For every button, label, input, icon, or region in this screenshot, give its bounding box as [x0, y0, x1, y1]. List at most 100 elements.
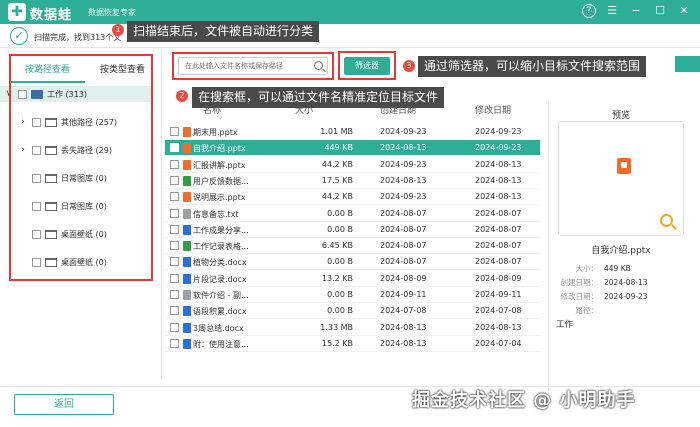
file-created: 2024-08-07 — [380, 257, 427, 267]
file-created: 2024-08-13 — [380, 143, 427, 153]
preview-title: 预览 — [612, 111, 631, 121]
file-modified: 2024-08-07 — [475, 241, 522, 251]
zoom-icon[interactable] — [660, 214, 673, 227]
file-name: 用户反馈数据... — [193, 176, 249, 186]
window-controls: ? ☰ − ☐ ✕ — [582, 3, 692, 19]
search-highlight-box — [172, 52, 334, 80]
table-row[interactable]: 期末用.pptx 1.01 MB 2024-09-23 2024-09-23 — [165, 124, 540, 140]
row-checkbox[interactable] — [170, 241, 179, 251]
table-row[interactable]: 语段积累.docx 0.00 B 2024-07-08 2024-07-08 — [165, 303, 540, 320]
file-modified: 2024-08-09 — [475, 273, 522, 283]
file-size: 44.2 KB — [321, 192, 353, 202]
row-checkbox[interactable] — [170, 257, 179, 267]
meta-key: 路径： — [575, 306, 599, 315]
maximize-icon[interactable]: ☐ — [652, 3, 668, 19]
file-created: 2024-08-07 — [380, 241, 427, 251]
table-row[interactable]: 附：使用注意... 15.2 KB 2024-08-13 2024-07-04 — [165, 336, 540, 352]
file-name: 片段记录.docx — [193, 274, 247, 284]
column-header-size[interactable]: 大小 — [295, 103, 313, 116]
table-row[interactable]: 片段记录.docx 13.2 KB 2024-08-09 2024-08-09 — [165, 271, 540, 287]
file-modified: 2024-08-13 — [475, 159, 522, 169]
close-icon[interactable]: ✕ — [676, 3, 692, 19]
file-created: 2024-09-23 — [380, 127, 427, 136]
back-button[interactable]: 返回 — [14, 394, 114, 415]
app-subtitle: 数据恢复专家 — [88, 8, 136, 17]
file-name: 工作成果分享... — [193, 225, 249, 235]
file-size: 0.00 B — [327, 208, 353, 218]
file-name: 信息备忘.txt — [193, 209, 239, 219]
file-modified: 2024-08-13 — [475, 192, 522, 202]
meta-value: 2024-08-13 — [604, 278, 648, 287]
file-modified: 2024-07-04 — [475, 338, 522, 348]
file-size: 6.45 KB — [321, 241, 353, 251]
callout-3: 通过筛选器，可以缩小目标文件搜索范围 — [418, 56, 647, 77]
file-name: 期末用.pptx — [193, 128, 238, 137]
file-created: 2024-09-11 — [380, 290, 427, 299]
callout-3-badge: 3 — [403, 60, 415, 72]
file-modified: 2024-08-07 — [475, 257, 522, 267]
file-modified: 2024-08-07 — [475, 208, 522, 218]
row-checkbox[interactable] — [170, 306, 179, 316]
preview-meta-created: 创建日期： 2024-08-13 — [558, 277, 648, 288]
minimize-icon[interactable]: − — [628, 3, 644, 19]
table-header: 名称 大小 创建日期 修改日期 — [165, 101, 540, 117]
table-row[interactable]: 信息备忘.txt 0.00 B 2024-08-07 2024-08-07 — [165, 206, 540, 222]
app-logo-icon: ✚ — [8, 3, 26, 21]
table-row[interactable]: 3周总结.docx 1.33 MB 2024-08-13 2024-08-13 — [165, 320, 540, 336]
file-type-icon — [183, 257, 191, 268]
row-checkbox[interactable] — [170, 192, 179, 202]
meta-key: 修改日期： — [560, 292, 599, 301]
file-created: 2024-09-23 — [380, 192, 427, 202]
row-checkbox[interactable] — [170, 127, 179, 136]
row-checkbox[interactable] — [170, 338, 179, 348]
menu-icon[interactable]: ☰ — [604, 3, 620, 19]
file-type-icon — [183, 306, 191, 317]
table-row[interactable]: 植物分类.docx 0.00 B 2024-08-07 2024-08-07 — [165, 254, 540, 271]
column-header-modified[interactable]: 修改日期 — [475, 103, 511, 116]
preview-meta-path: 路径： — [558, 305, 604, 316]
help-icon[interactable]: ? — [582, 4, 596, 18]
file-name: 植物分类.docx — [193, 258, 247, 268]
file-type-icon — [183, 224, 191, 235]
preview-box — [558, 121, 684, 236]
file-size: 17.5 KB — [321, 175, 353, 185]
panel-divider — [548, 101, 549, 391]
file-created: 2024-08-07 — [380, 208, 427, 218]
preview-meta-modified: 修改日期： 2024-09-23 — [558, 291, 648, 302]
file-modified: 2024-07-08 — [475, 306, 522, 316]
table-row[interactable]: 用户反馈数据... 17.5 KB 2024-08-13 2024-08-13 — [165, 173, 540, 189]
pptx-file-icon — [617, 158, 631, 174]
column-header-name[interactable]: 名称 — [203, 103, 221, 116]
filter-highlight-box — [338, 51, 396, 80]
row-checkbox[interactable] — [170, 224, 179, 234]
file-name: 3周总结.docx — [193, 323, 244, 333]
row-checkbox[interactable] — [170, 143, 179, 153]
meta-key: 创建日期： — [560, 278, 599, 287]
row-checkbox[interactable] — [170, 159, 179, 169]
table-row[interactable]: 软件介绍 - 副... 0.00 B 2024-09-11 2024-09-11 — [165, 287, 540, 303]
filter-strip — [675, 56, 700, 72]
meta-key: 大小： — [575, 264, 599, 273]
file-size: 44.2 KB — [321, 159, 353, 169]
file-created: 2024-08-13 — [380, 175, 427, 185]
table-row[interactable]: 汇报讲解.pptx 44.2 KB 2024-09-23 2024-08-13 — [165, 157, 540, 173]
file-type-icon — [183, 192, 191, 203]
table-row[interactable]: 工作成果分享... 0.00 B 2024-08-07 2024-08-07 — [165, 222, 540, 238]
file-type-icon — [183, 290, 191, 300]
status-bar: ✓ 扫描完成，找到313个文 — [0, 24, 700, 48]
row-checkbox[interactable] — [170, 322, 179, 332]
row-checkbox[interactable] — [170, 273, 179, 283]
table-row[interactable]: 说明展示.pptx 44.2 KB 2024-09-23 2024-08-13 — [165, 189, 540, 206]
callout-1-badge: 1 — [112, 24, 124, 36]
row-checkbox[interactable] — [170, 175, 179, 185]
table-row[interactable]: 自我介绍.pptx 449 KB 2024-08-13 2024-09-23 — [165, 140, 540, 157]
row-checkbox[interactable] — [170, 290, 179, 299]
row-checkbox[interactable] — [170, 208, 179, 218]
file-name: 说明展示.pptx — [193, 193, 246, 203]
file-created: 2024-07-08 — [380, 306, 427, 316]
check-circle-icon: ✓ — [10, 27, 28, 45]
column-header-created[interactable]: 创建日期 — [380, 103, 416, 116]
file-size: 0.00 B — [327, 224, 353, 234]
table-row[interactable]: 工作记录表格... 6.45 KB 2024-08-07 2024-08-07 — [165, 238, 540, 255]
file-type-icon — [183, 208, 191, 219]
